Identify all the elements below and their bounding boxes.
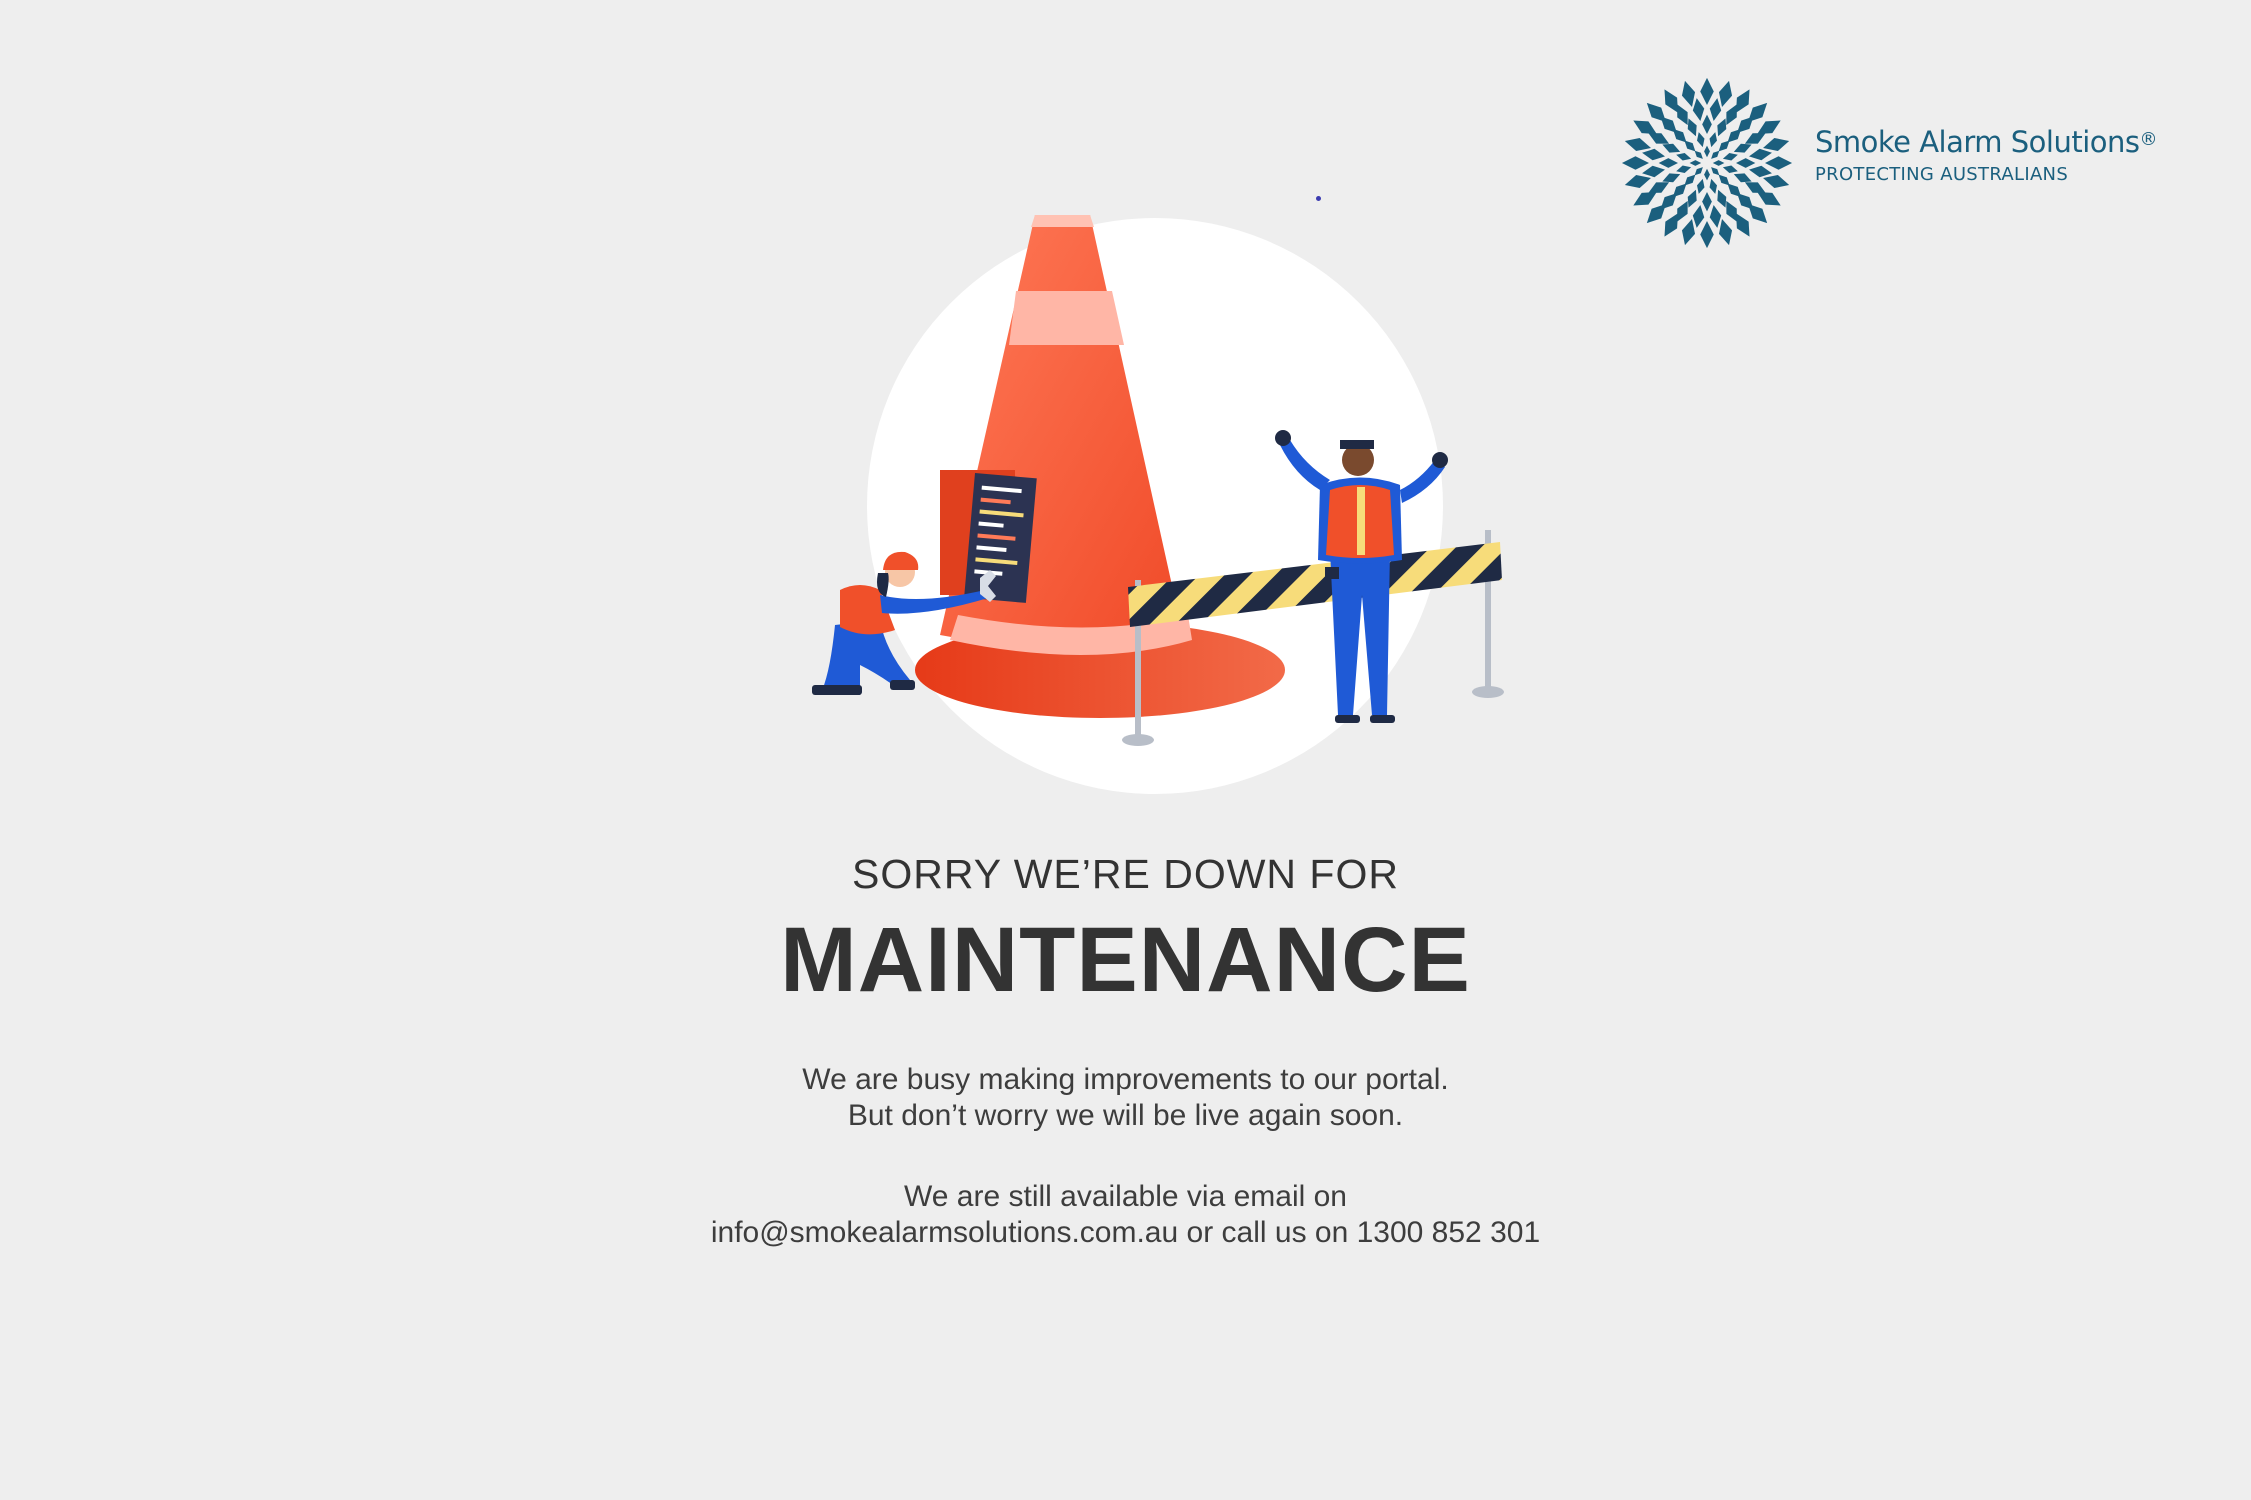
logo-petal xyxy=(1692,205,1705,228)
logo-petal xyxy=(1712,160,1725,166)
logo-petal xyxy=(1709,178,1717,194)
cone-stripe-top xyxy=(1009,291,1124,345)
logo-petal xyxy=(1722,153,1738,161)
logo-petal xyxy=(1704,168,1710,181)
logo-petal xyxy=(1642,148,1665,161)
logo-petal xyxy=(1700,77,1714,105)
message-line-2: But don’t worry we will be live again so… xyxy=(847,1099,1404,1132)
contact-line-2: info@smokealarmsolutions.com.au or call … xyxy=(0,1215,2251,1251)
logo-petal xyxy=(1642,165,1665,178)
logo-petal xyxy=(1765,156,1793,170)
logo-petal xyxy=(1697,132,1705,148)
logo-petal xyxy=(1658,158,1678,168)
logo-petal xyxy=(1700,221,1714,249)
contact-line-1: We are still available via email on xyxy=(904,1180,1347,1213)
contact-phone: 1300 852 301 xyxy=(1356,1216,1541,1249)
heading-small: SORRY WE’RE DOWN FOR xyxy=(852,851,1399,897)
heading-main: MAINTENANCE xyxy=(780,909,1471,1011)
contact-middle-text: or call us on xyxy=(1178,1216,1357,1249)
logo-petal xyxy=(1749,165,1772,178)
maintenance-cone-workers-illustration xyxy=(812,215,1504,794)
starburst-logo-icon xyxy=(1621,77,1793,249)
logo-petal xyxy=(1736,158,1756,168)
contact-email: info@smokealarmsolutions.com.au xyxy=(710,1216,1179,1249)
message-line-1: We are busy making improvements to our p… xyxy=(802,1063,1449,1096)
brand-wordmark: Smoke Alarm Solutions® PROTECTING AUSTRA… xyxy=(1815,125,2158,187)
code-screen xyxy=(964,473,1037,603)
logo-petal xyxy=(1697,178,1705,194)
contact-info: We are still available via email on info… xyxy=(0,1179,2251,1251)
logo-petal xyxy=(1709,205,1722,228)
logo-petal xyxy=(1689,160,1702,166)
logo-petal xyxy=(1692,98,1705,121)
brand-logo: Smoke Alarm Solutions® PROTECTING AUSTRA… xyxy=(1620,76,2190,250)
maintenance-message: We are busy making improvements to our p… xyxy=(0,1062,2251,1134)
logo-petal xyxy=(1722,165,1738,173)
logo-petal xyxy=(1676,153,1692,161)
logo-petal xyxy=(1749,148,1772,161)
logo-petal xyxy=(1621,156,1649,170)
logo-petal xyxy=(1704,145,1710,158)
logo-petal xyxy=(1709,98,1722,121)
brand-tagline: PROTECTING AUSTRALIANS xyxy=(1815,164,2069,185)
logo-petal xyxy=(1702,114,1712,134)
logo-petal xyxy=(1676,165,1692,173)
cone-tip xyxy=(1031,215,1094,227)
logo-petal xyxy=(1709,132,1717,148)
brand-name: Smoke Alarm Solutions® xyxy=(1815,125,2158,159)
logo-petal xyxy=(1702,192,1712,212)
